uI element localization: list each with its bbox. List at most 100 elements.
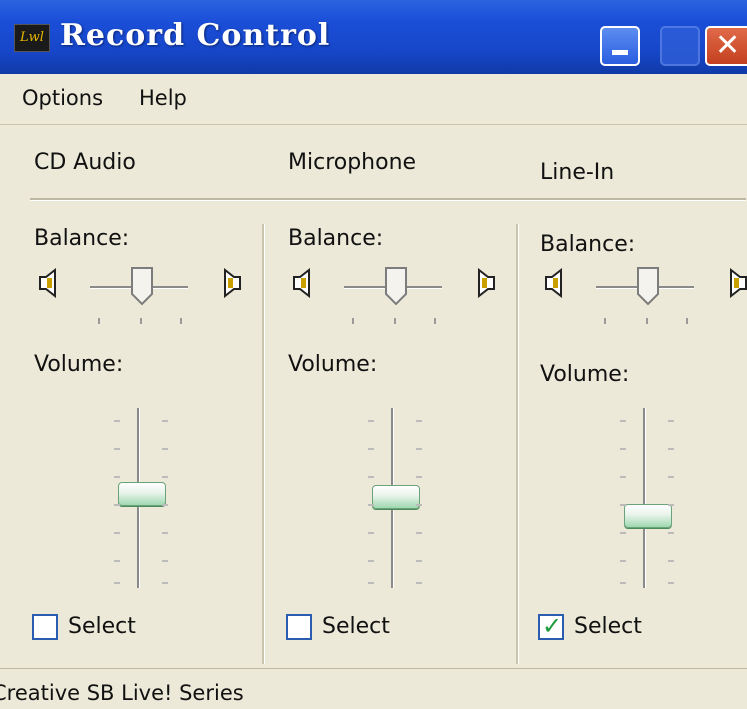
speaker-right-icon [726,268,747,298]
select-checkbox[interactable] [32,614,58,640]
status-bar: Creative SB Live! Series [0,668,747,709]
volume-tick [416,420,422,422]
volume-tick [368,532,374,534]
volume-tick [162,532,168,534]
volume-tick [416,560,422,562]
volume-tick [620,582,626,584]
channel-panel-microphone: Microphone Balance: Volume: Select [284,130,544,670]
volume-tick [416,582,422,584]
balance-slider-thumb[interactable] [130,266,154,306]
status-text: Creative SB Live! Series [0,681,244,705]
speaker-left-icon [544,268,566,298]
channel-name: Line-In [540,160,615,185]
balance-tick [604,318,606,324]
balance-slider-thumb[interactable] [636,266,660,306]
channel-name: Microphone [288,150,417,175]
balance-tick [140,318,142,324]
volume-tick [668,582,674,584]
volume-track [643,408,646,588]
menu-help[interactable]: Help [139,86,187,110]
checkmark-icon: ✓ [542,612,563,640]
volume-tick [162,476,168,478]
speaker-right-icon [220,268,242,298]
balance-tick [98,318,100,324]
balance-label: Balance: [34,226,130,251]
volume-slider-thumb[interactable] [372,485,420,509]
volume-tick [668,560,674,562]
volume-tick [368,420,374,422]
select-label[interactable]: Select [68,614,136,639]
volume-tick [114,504,120,506]
close-icon: ✕ [715,28,741,63]
volume-tick [114,582,120,584]
volume-tick [668,476,674,478]
volume-tick [620,560,626,562]
balance-slider-thumb[interactable] [384,266,408,306]
volume-tick [114,420,120,422]
menu-options[interactable]: Options [22,86,103,110]
select-label[interactable]: Select [574,614,642,639]
volume-tick [416,448,422,450]
volume-tick [620,448,626,450]
balance-label: Balance: [288,226,384,251]
channel-panel-line-in: Line-In Balance: Volume: ✓ Select [536,130,747,670]
minimize-button[interactable] [600,26,640,66]
balance-tick [352,318,354,324]
volume-tick [620,504,626,506]
volume-tick [668,504,674,506]
channel-name: CD Audio [34,150,136,175]
divider [536,198,746,201]
close-button[interactable]: ✕ [705,26,747,66]
mixer-app-icon: Lwl [14,24,50,52]
select-checkbox[interactable]: ✓ [538,612,564,640]
balance-label: Balance: [540,232,636,257]
speaker-left-icon [292,268,314,298]
balance-tick [394,318,396,324]
volume-tick [416,532,422,534]
speaker-right-icon [474,268,496,298]
balance-tick [434,318,436,324]
volume-label: Volume: [288,352,378,377]
volume-tick [368,476,374,478]
volume-tick [114,476,120,478]
volume-tick [416,504,422,506]
volume-tick [162,448,168,450]
volume-tick [368,582,374,584]
volume-tick [368,448,374,450]
volume-tick [114,560,120,562]
menu-bar: Options Help [0,74,747,125]
volume-label: Volume: [34,352,124,377]
balance-tick [686,318,688,324]
volume-tick [368,504,374,506]
volume-slider-thumb[interactable] [624,504,672,528]
select-checkbox[interactable] [286,614,312,640]
title-bar[interactable]: Lwl Record Control ✕ [0,0,747,74]
divider [284,198,544,201]
balance-tick [180,318,182,324]
speaker-left-icon [38,268,60,298]
channel-panel-cd-audio: CD Audio Balance: Volume: Select [30,130,290,670]
divider [30,198,290,201]
select-label[interactable]: Select [322,614,390,639]
volume-tick [114,532,120,534]
volume-slider-thumb[interactable] [118,482,166,506]
volume-tick [368,560,374,562]
maximize-button[interactable] [660,26,700,66]
volume-tick [162,420,168,422]
volume-tick [620,532,626,534]
volume-tick [114,448,120,450]
volume-tick [620,476,626,478]
panel-divider [262,224,265,664]
volume-tick [668,532,674,534]
panel-divider [516,224,519,664]
volume-tick [668,448,674,450]
volume-tick [416,476,422,478]
volume-tick [668,420,674,422]
balance-tick [646,318,648,324]
volume-tick [162,504,168,506]
window-title: Record Control [60,18,331,53]
volume-label: Volume: [540,362,630,387]
volume-tick [162,582,168,584]
volume-tick [162,560,168,562]
volume-tick [620,420,626,422]
